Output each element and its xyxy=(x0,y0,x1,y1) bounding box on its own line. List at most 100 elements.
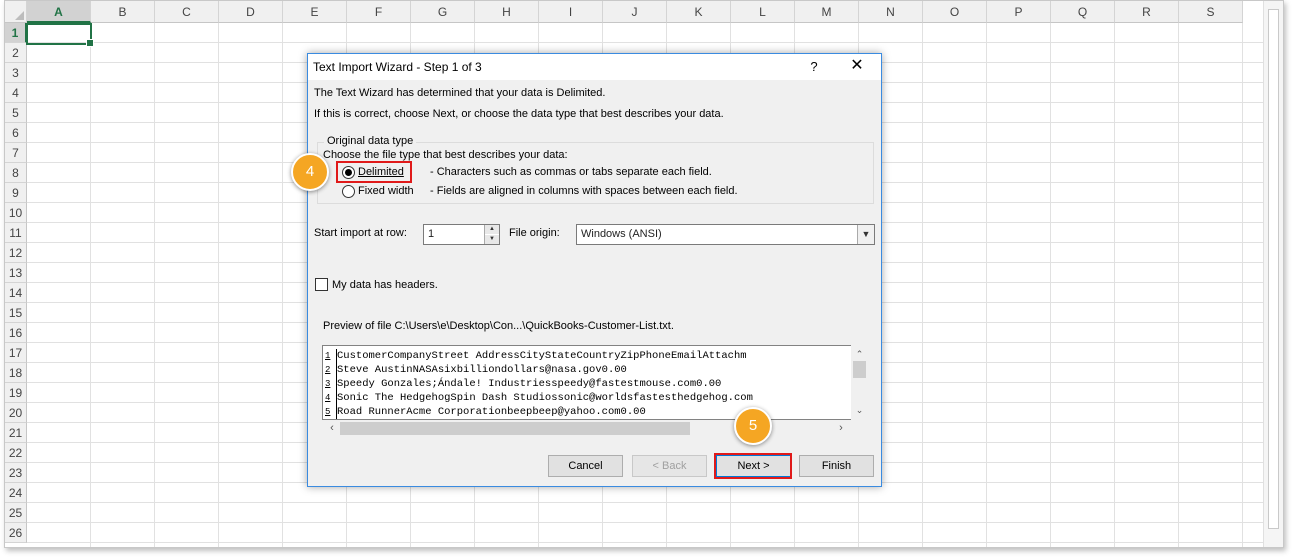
step-5-badge: 5 xyxy=(734,407,772,445)
column-header-s[interactable]: S xyxy=(1179,1,1243,23)
preview-line-text: Road RunnerAcme Corporationbeepbeep@yaho… xyxy=(337,406,646,418)
back-button[interactable]: < Back xyxy=(632,455,707,477)
column-header-p[interactable]: P xyxy=(987,1,1051,23)
row-header-15[interactable]: 15 xyxy=(5,303,27,323)
sheet-vertical-scrollbar[interactable] xyxy=(1263,1,1283,547)
preview-line: 4 Sonic The HedgehogSpin Dash Studiossoni… xyxy=(325,391,753,405)
column-header-h[interactable]: H xyxy=(475,1,539,23)
row-header-19[interactable]: 19 xyxy=(5,383,27,403)
row-header-13[interactable]: 13 xyxy=(5,263,27,283)
scroll-down-icon[interactable]: ⌄ xyxy=(851,403,868,417)
delimited-description: - Characters such as commas or tabs sepa… xyxy=(430,166,712,178)
row-header-5[interactable]: 5 xyxy=(5,103,27,123)
sheet-scroll-thumb[interactable] xyxy=(1268,9,1279,529)
row-header-8[interactable]: 8 xyxy=(5,163,27,183)
preview-line-number: 4 xyxy=(325,391,337,405)
row-header-12[interactable]: 12 xyxy=(5,243,27,263)
fixed-width-description: - Fields are aligned in columns with spa… xyxy=(430,185,738,197)
row-header-2[interactable]: 2 xyxy=(5,43,27,63)
row-header-23[interactable]: 23 xyxy=(5,463,27,483)
preview-line: 1 CustomerCompanyStreet AddressCityStateC… xyxy=(325,349,753,363)
row-header-18[interactable]: 18 xyxy=(5,363,27,383)
column-header-k[interactable]: K xyxy=(667,1,731,23)
preview-label: Preview of file C:\Users\e\Desktop\Con..… xyxy=(323,320,674,332)
preview-line-number: 1 xyxy=(325,349,337,363)
choose-file-type-label: Choose the file type that best describes… xyxy=(323,149,568,161)
row-header-11[interactable]: 11 xyxy=(5,223,27,243)
chevron-down-icon[interactable]: ▼ xyxy=(857,225,874,244)
row-header-4[interactable]: 4 xyxy=(5,83,27,103)
column-header-e[interactable]: E xyxy=(283,1,347,23)
preview-vertical-scrollbar[interactable]: ⌃ ⌄ xyxy=(851,345,868,420)
fixed-width-label[interactable]: Fixed width xyxy=(358,185,414,197)
start-row-label: Start import at row: xyxy=(314,227,407,239)
headers-label[interactable]: My data has headers. xyxy=(332,279,438,291)
close-button[interactable]: ✕ xyxy=(844,55,870,77)
headers-checkbox[interactable] xyxy=(315,278,328,291)
column-header-d[interactable]: D xyxy=(219,1,283,23)
row-header-24[interactable]: 24 xyxy=(5,483,27,503)
preview-line: 3 Speedy Gonzales;Ándale! Industriesspeed… xyxy=(325,377,753,391)
column-header-f[interactable]: F xyxy=(347,1,411,23)
preview-line-text: Speedy Gonzales;Ándale! Industriesspeedy… xyxy=(337,378,722,390)
dialog-title: Text Import Wizard - Step 1 of 3 xyxy=(313,60,482,74)
column-header-o[interactable]: O xyxy=(923,1,987,23)
row-header-6[interactable]: 6 xyxy=(5,123,27,143)
preview-line: 2 Steve AustinNASAsixbilliondollars@nasa.… xyxy=(325,363,753,377)
column-header-i[interactable]: I xyxy=(539,1,603,23)
row-header-26[interactable]: 26 xyxy=(5,523,27,543)
row-header-17[interactable]: 17 xyxy=(5,343,27,363)
file-origin-label: File origin: xyxy=(509,227,560,239)
column-header-r[interactable]: R xyxy=(1115,1,1179,23)
group-label: Original data type xyxy=(324,135,417,147)
file-origin-dropdown[interactable]: Windows (ANSI) ▼ xyxy=(576,224,875,245)
preview-line-number: 3 xyxy=(325,377,337,391)
cancel-button[interactable]: Cancel xyxy=(548,455,623,477)
spinner-buttons: ▲ ▼ xyxy=(484,225,499,244)
fixed-width-radio[interactable] xyxy=(342,185,355,198)
column-header-c[interactable]: C xyxy=(155,1,219,23)
preview-line-number: 2 xyxy=(325,363,337,377)
preview-vscroll-thumb[interactable] xyxy=(853,361,866,378)
row-header-10[interactable]: 10 xyxy=(5,203,27,223)
column-header-q[interactable]: Q xyxy=(1051,1,1115,23)
help-button[interactable]: ? xyxy=(804,57,824,77)
column-header-n[interactable]: N xyxy=(859,1,923,23)
file-origin-value: Windows (ANSI) xyxy=(581,228,662,240)
scroll-up-icon[interactable]: ⌃ xyxy=(851,347,868,361)
start-row-spinner[interactable]: 1 ▲ ▼ xyxy=(423,224,500,245)
active-cell-a1[interactable] xyxy=(26,23,94,47)
preview-line: 5 Road RunnerAcme Corporationbeepbeep@yah… xyxy=(325,405,753,419)
column-header-l[interactable]: L xyxy=(731,1,795,23)
preview-line-number: 5 xyxy=(325,405,337,419)
spinner-down-icon[interactable]: ▼ xyxy=(485,235,499,244)
preview-line-text: CustomerCompanyStreet AddressCityStateCo… xyxy=(337,350,747,362)
wizard-intro-line2: If this is correct, choose Next, or choo… xyxy=(314,108,724,120)
row-header-3[interactable]: 3 xyxy=(5,63,27,83)
finish-button[interactable]: Finish xyxy=(799,455,874,477)
row-header-9[interactable]: 9 xyxy=(5,183,27,203)
scroll-right-icon[interactable]: › xyxy=(833,420,849,437)
file-preview-box[interactable]: 1 CustomerCompanyStreet AddressCityStateC… xyxy=(322,345,866,420)
row-header-14[interactable]: 14 xyxy=(5,283,27,303)
row-header-22[interactable]: 22 xyxy=(5,443,27,463)
select-all-corner[interactable] xyxy=(5,1,27,23)
column-header-j[interactable]: J xyxy=(603,1,667,23)
wizard-intro-line1: The Text Wizard has determined that your… xyxy=(314,87,606,99)
row-header-1[interactable]: 1 xyxy=(5,23,27,43)
scroll-left-icon[interactable]: ‹ xyxy=(324,420,340,437)
highlight-delimited xyxy=(336,161,412,183)
row-header-16[interactable]: 16 xyxy=(5,323,27,343)
column-header-a[interactable]: A xyxy=(27,1,91,23)
row-header-20[interactable]: 20 xyxy=(5,403,27,423)
row-header-7[interactable]: 7 xyxy=(5,143,27,163)
preview-hscroll-thumb[interactable] xyxy=(340,422,690,435)
row-header-25[interactable]: 25 xyxy=(5,503,27,523)
column-header-b[interactable]: B xyxy=(91,1,155,23)
column-header-g[interactable]: G xyxy=(411,1,475,23)
column-header-m[interactable]: M xyxy=(795,1,859,23)
preview-line-text: Steve AustinNASAsixbilliondollars@nasa.g… xyxy=(337,364,627,376)
row-header-21[interactable]: 21 xyxy=(5,423,27,443)
preview-line-text: Sonic The HedgehogSpin Dash Studiossonic… xyxy=(337,392,753,404)
spinner-up-icon[interactable]: ▲ xyxy=(485,225,499,234)
